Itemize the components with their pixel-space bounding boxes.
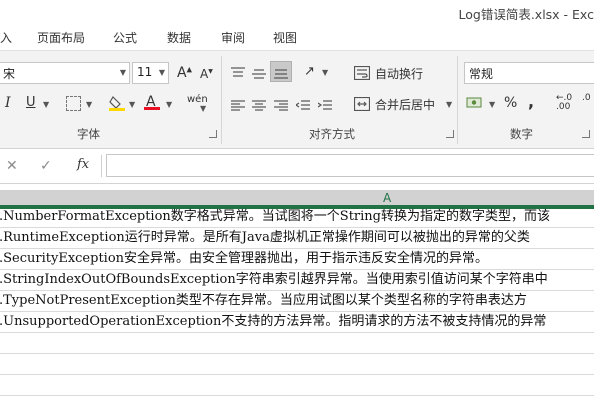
align-right-icon[interactable] bbox=[274, 97, 288, 111]
group-divider bbox=[457, 56, 458, 144]
tab-data[interactable]: 数据 bbox=[167, 29, 191, 46]
decrease-decimal-icon[interactable]: .0 bbox=[582, 94, 591, 103]
insert-function-icon[interactable]: fx bbox=[77, 157, 89, 172]
column-letter: A bbox=[383, 191, 392, 205]
decrease-indent-icon[interactable] bbox=[294, 97, 310, 110]
align-left-icon[interactable] bbox=[231, 97, 245, 111]
currency-format-icon[interactable] bbox=[466, 95, 486, 111]
window-title: Log错误简表.xlsx - Exc bbox=[458, 7, 594, 22]
font-dialog-launcher-icon[interactable] bbox=[209, 130, 217, 138]
align-bottom-icon[interactable] bbox=[270, 61, 292, 82]
wrap-text-icon[interactable] bbox=[353, 65, 371, 81]
align-middle-icon[interactable] bbox=[252, 65, 266, 79]
chevron-down-icon[interactable]: ▼ bbox=[200, 104, 206, 113]
chevron-down-icon: ▼ bbox=[119, 68, 126, 77]
increase-indent-icon[interactable] bbox=[317, 97, 332, 110]
table-row[interactable] bbox=[0, 375, 594, 396]
chevron-down-icon[interactable]: ▼ bbox=[86, 100, 92, 109]
table-row[interactable]: .StringIndexOutOfBoundsException字符串索引越界异… bbox=[0, 270, 594, 291]
chevron-down-icon[interactable]: ▼ bbox=[322, 68, 328, 77]
table-row[interactable]: .NumberFormatException数字格式异常。当试图将一个Strin… bbox=[0, 207, 594, 228]
align-top-icon[interactable] bbox=[231, 64, 245, 77]
font-name-value: 宋 bbox=[3, 67, 16, 81]
chevron-down-icon[interactable]: ▼ bbox=[43, 100, 49, 109]
tab-formulas[interactable]: 公式 bbox=[113, 29, 137, 46]
font-group-label: 字体 bbox=[77, 127, 100, 141]
cell[interactable]: .TypeNotPresentException类型不存在异常。当应用试图以某个… bbox=[0, 293, 527, 308]
increase-decimal-icon[interactable]: ←.0.00 bbox=[556, 94, 572, 112]
cell[interactable]: .StringIndexOutOfBoundsException字符串索引越界异… bbox=[0, 272, 548, 287]
percent-style-icon[interactable]: % bbox=[504, 95, 517, 111]
table-row[interactable]: .SecurityException安全异常。由安全管理器抛出，用于指示违反安全… bbox=[0, 249, 594, 270]
cancel-icon[interactable]: ✕ bbox=[6, 158, 18, 174]
title-bar: Log错误简表.xlsx - Exc bbox=[0, 0, 594, 24]
group-divider bbox=[221, 56, 222, 144]
font-size-value: 11 bbox=[137, 65, 153, 79]
alignment-group-label: 对齐方式 bbox=[309, 127, 355, 141]
font-size-dropdown[interactable]: 11 ▼ bbox=[132, 62, 169, 84]
sheet-grid: .NumberFormatException数字格式异常。当试图将一个Strin… bbox=[0, 207, 594, 400]
increase-font-size-icon[interactable]: A▲ bbox=[177, 65, 192, 81]
enter-icon[interactable]: ✓ bbox=[40, 158, 52, 174]
merge-center-button[interactable]: 合并后居中 bbox=[375, 96, 435, 113]
cell[interactable]: .RuntimeException运行时异常。是所有Java虚拟机正常操作期间可… bbox=[0, 230, 530, 245]
chevron-down-icon[interactable]: ▼ bbox=[129, 100, 135, 109]
chevron-down-icon[interactable]: ▼ bbox=[489, 100, 495, 109]
chevron-down-icon[interactable]: ▼ bbox=[446, 100, 452, 109]
merge-center-icon[interactable] bbox=[353, 96, 371, 112]
table-row[interactable] bbox=[0, 333, 594, 354]
orientation-icon[interactable]: ↗ bbox=[304, 64, 315, 79]
table-row[interactable]: .UnsupportedOperationException不支持的方法异常。指… bbox=[0, 312, 594, 333]
fill-color-icon[interactable] bbox=[109, 95, 125, 111]
table-row[interactable]: .TypeNotPresentException类型不存在异常。当应用试图以某个… bbox=[0, 291, 594, 312]
font-color-icon[interactable]: A bbox=[144, 94, 160, 112]
underline-icon[interactable]: U bbox=[26, 95, 36, 110]
tab-page-layout[interactable]: 页面布局 bbox=[37, 29, 85, 46]
formula-divider bbox=[101, 155, 102, 177]
table-row[interactable]: .RuntimeException运行时异常。是所有Java虚拟机正常操作期间可… bbox=[0, 228, 594, 249]
decrease-font-size-icon[interactable]: A▼ bbox=[200, 67, 213, 81]
ribbon-tabs: 入 页面布局 公式 数据 审阅 视图 bbox=[0, 24, 594, 50]
number-group-label: 数字 bbox=[510, 127, 533, 141]
alignment-dialog-launcher-icon[interactable] bbox=[446, 130, 454, 138]
comma-style-icon[interactable]: , bbox=[528, 92, 534, 111]
cell[interactable]: .NumberFormatException数字格式异常。当试图将一个Strin… bbox=[0, 209, 550, 224]
table-row[interactable] bbox=[0, 354, 594, 375]
chevron-down-icon[interactable]: ▼ bbox=[166, 100, 172, 109]
tab-insert[interactable]: 入 bbox=[0, 29, 12, 46]
cell[interactable]: .SecurityException安全异常。由安全管理器抛出，用于指示违反安全… bbox=[0, 251, 488, 266]
cell[interactable]: .UnsupportedOperationException不支持的方法异常。指… bbox=[0, 314, 546, 329]
chevron-down-icon: ▼ bbox=[158, 68, 165, 77]
tab-review[interactable]: 审阅 bbox=[221, 29, 245, 46]
tab-view[interactable]: 视图 bbox=[273, 29, 297, 46]
italic-icon[interactable]: I bbox=[5, 95, 11, 111]
wrap-text-button[interactable]: 自动换行 bbox=[375, 65, 423, 82]
number-format-value: 常规 bbox=[469, 67, 494, 81]
align-center-icon[interactable] bbox=[252, 97, 266, 111]
number-format-dropdown[interactable]: 常规 bbox=[464, 62, 594, 84]
number-dialog-launcher-icon[interactable] bbox=[582, 130, 590, 138]
font-name-dropdown[interactable]: 宋 ▼ bbox=[0, 62, 130, 84]
border-icon[interactable] bbox=[66, 96, 81, 111]
formula-input[interactable] bbox=[106, 154, 594, 177]
